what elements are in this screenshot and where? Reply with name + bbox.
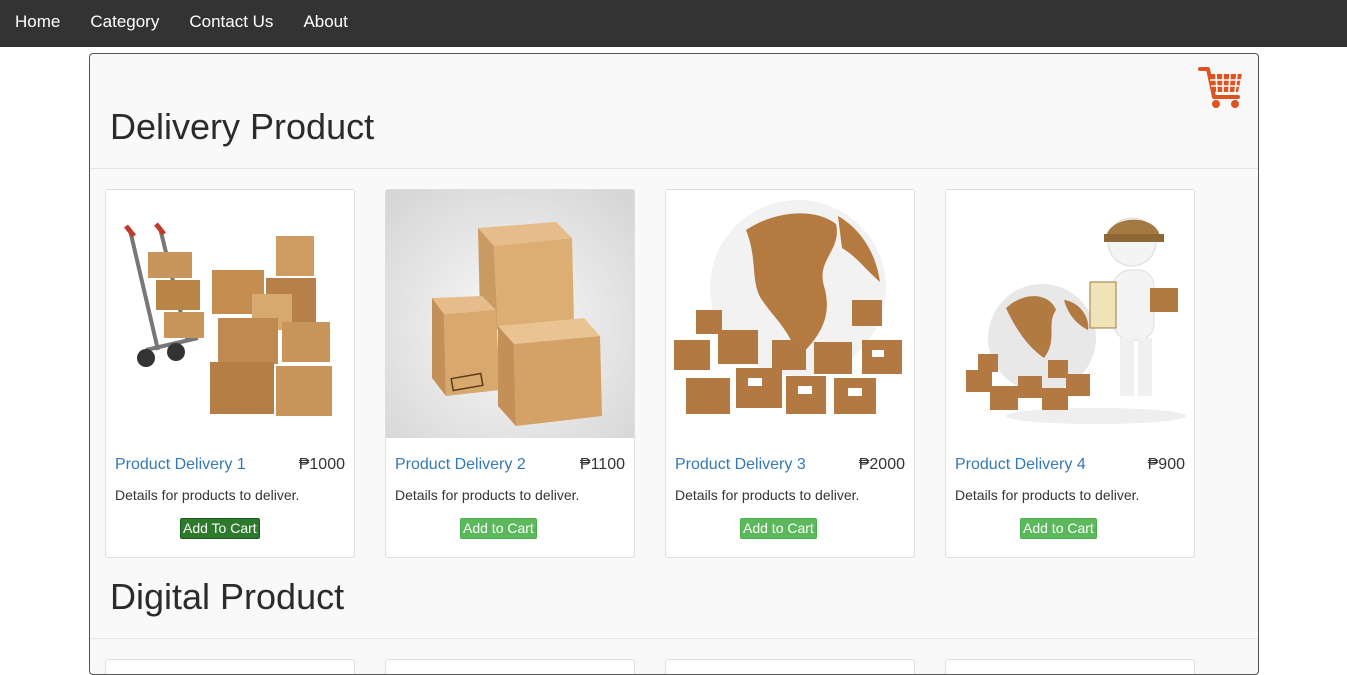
divider: [90, 168, 1258, 169]
product-title-3[interactable]: Product Delivery 3: [675, 456, 806, 474]
product-price-3: ₱2000: [858, 456, 905, 473]
shopping-cart-icon[interactable]: [1198, 63, 1246, 111]
add-to-cart-button-4[interactable]: Add to Cart: [1020, 518, 1097, 539]
product-image-courier-globe[interactable]: [946, 190, 1194, 438]
add-to-cart-button-3[interactable]: Add to Cart: [740, 518, 817, 539]
product-description-2: Details for products to deliver.: [395, 487, 580, 503]
nav-home[interactable]: Home: [0, 12, 75, 36]
nav-contact-us[interactable]: Contact Us: [174, 12, 288, 36]
product-card-3: Product Delivery 3 ₱2000 Details for pro…: [665, 189, 915, 558]
product-title-4[interactable]: Product Delivery 4: [955, 456, 1086, 474]
product-title-1[interactable]: Product Delivery 1: [115, 456, 246, 474]
product-card-2: Product Delivery 2 ₱1100 Details for pro…: [385, 189, 635, 558]
product-card-1: Product Delivery 1 ₱1000 Details for pro…: [105, 189, 355, 558]
product-card-4: Product Delivery 4 ₱900 Details for prod…: [945, 189, 1195, 558]
section-title-digital: Digital Product: [110, 576, 345, 617]
main-panel: Delivery Product Product Delivery 1 ₱100…: [89, 53, 1259, 675]
divider: [90, 638, 1258, 639]
digital-product-card[interactable]: [385, 659, 635, 674]
product-image-stacked-boxes[interactable]: [386, 190, 634, 438]
nav-category[interactable]: Category: [75, 12, 174, 36]
product-price-2: ₱1100: [579, 456, 625, 473]
digital-product-card[interactable]: [665, 659, 915, 674]
top-navbar: Home Category Contact Us About: [0, 0, 1347, 47]
product-price-4: ₱900: [1147, 456, 1185, 473]
product-description-4: Details for products to deliver.: [955, 487, 1140, 503]
product-description-3: Details for products to deliver.: [675, 487, 860, 503]
product-image-globe-boxes[interactable]: [666, 190, 914, 438]
section-title-delivery: Delivery Product: [110, 106, 375, 147]
digital-product-card[interactable]: [945, 659, 1195, 674]
add-to-cart-button-2[interactable]: Add to Cart: [460, 518, 537, 539]
nav-about[interactable]: About: [288, 12, 362, 36]
product-price-1: ₱1000: [298, 456, 345, 473]
add-to-cart-button-1[interactable]: Add To Cart: [180, 518, 260, 539]
digital-product-card[interactable]: [105, 659, 355, 674]
product-image-hand-truck-boxes[interactable]: [106, 190, 354, 438]
product-description-1: Details for products to deliver.: [115, 487, 300, 503]
product-title-2[interactable]: Product Delivery 2: [395, 456, 526, 474]
